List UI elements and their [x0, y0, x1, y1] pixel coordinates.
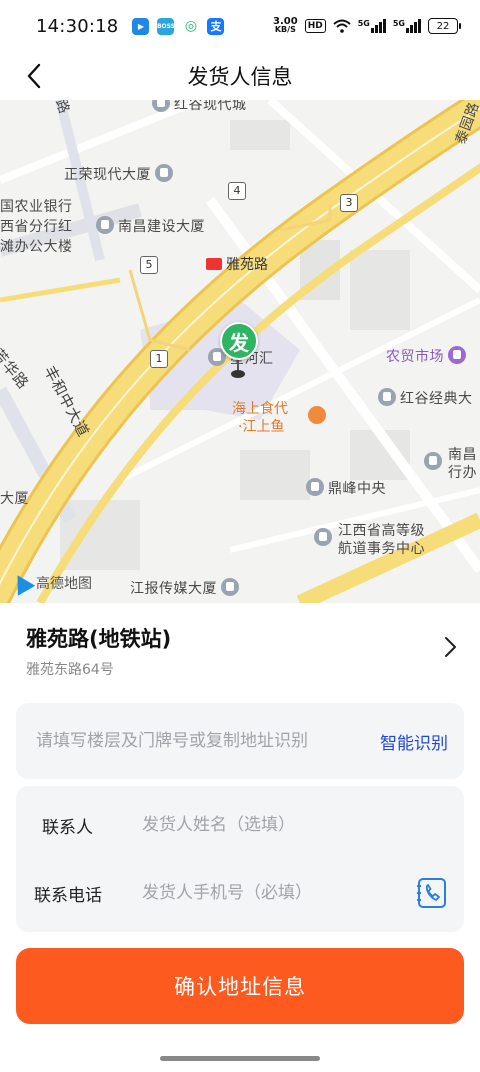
alipay-icon: 支 — [207, 17, 225, 35]
map-label: 滩办公大楼 — [0, 239, 73, 255]
route-badge: 1 — [150, 350, 168, 368]
wifi-icon — [333, 19, 351, 33]
map-label: 大厦 — [0, 491, 29, 507]
building-icon — [306, 478, 324, 496]
map-label-text: 雅苑路 — [226, 257, 268, 273]
map-label-text: 鼎峰中央 — [328, 481, 386, 497]
building-icon — [424, 452, 442, 470]
building-icon — [155, 164, 173, 182]
hd-badge: HD — [304, 19, 326, 33]
contact-phone-row: 联系电话 — [16, 858, 464, 928]
confirm-address-button[interactable]: 确认地址信息 — [16, 948, 464, 1024]
map-label-market: 农贸市场 — [386, 346, 470, 366]
map-label-food: ·江上鱼 — [238, 419, 285, 435]
map-label: 江西省高等级 — [338, 523, 425, 539]
route-badge: 5 — [140, 256, 158, 274]
status-app-icons: ▶ BOSS ◎ 支 — [132, 17, 225, 35]
metro-icon — [206, 258, 222, 270]
map-label: 南昌 — [448, 447, 477, 463]
building-icon — [96, 216, 114, 234]
status-indicators: 3.00 KB/S HD 5G 5G 22 — [273, 17, 461, 34]
map-label: 航道事务中心 — [338, 541, 425, 557]
map-label: 国农业银行 — [0, 199, 73, 215]
network-speed: 3.00 KB/S — [273, 17, 298, 34]
contact-name-input[interactable] — [142, 815, 448, 835]
map-label-text: 农贸市场 — [386, 349, 444, 365]
contact-card: 联系人 联系电话 — [16, 786, 464, 932]
app-icon-1: ▶ — [132, 17, 150, 35]
place-address: 雅苑东路64号 — [26, 662, 114, 678]
contact-name-row: 联系人 — [16, 790, 464, 860]
map-label: 红谷经典大 — [378, 388, 473, 408]
back-button[interactable] — [18, 60, 50, 92]
app-icon-3: ◎ — [182, 17, 200, 35]
restaurant-icon — [308, 406, 326, 424]
status-time: 14:30:18 — [36, 15, 119, 37]
page-title: 发货人信息 — [187, 65, 293, 89]
star-icon — [314, 528, 332, 546]
status-bar: 14:30:18 ▶ BOSS ◎ 支 3.00 KB/S HD 5G 5G 2… — [0, 0, 480, 52]
map-label-food: 海上食代 — [232, 401, 288, 417]
detail-address-card: 智能识别 — [16, 703, 464, 779]
phone-book-icon[interactable] — [416, 877, 448, 909]
map-label: 鼎峰中央 — [306, 478, 386, 498]
metro-station-label: 雅苑路 — [206, 254, 268, 274]
home-indicator[interactable] — [160, 1056, 320, 1061]
app-icon-boss: BOSS — [157, 17, 175, 35]
contact-phone-input[interactable] — [142, 883, 416, 903]
battery-icon: 22 — [428, 18, 461, 34]
map-logo: 高德地图 — [8, 570, 92, 596]
map-label: 西省分行红 — [0, 219, 73, 235]
contact-phone-label: 联系电话 — [34, 885, 102, 906]
market-icon — [448, 346, 466, 364]
route-badge: 4 — [228, 182, 246, 200]
map-label: 行办 — [448, 465, 477, 481]
map-label-text: 正荣现代大厦 — [64, 167, 151, 183]
map-label: 南昌建设大厦 — [96, 216, 205, 236]
map-view[interactable]: 红谷现代城 正荣现代大厦 国农业银行 西省分行红 滩办公大楼 南昌建设大厦 雅苑… — [0, 100, 480, 603]
chevron-left-icon — [27, 63, 41, 89]
signal-5g-2: 5G — [393, 19, 421, 33]
detail-address-input[interactable] — [36, 731, 380, 751]
map-label: 正荣现代大厦 — [64, 164, 177, 184]
map-logo-text: 高德地图 — [36, 576, 92, 592]
place-name: 雅苑路(地铁站) — [26, 627, 172, 651]
building-icon — [221, 578, 239, 596]
map-label-text: 红谷现代城 — [174, 100, 247, 113]
contact-name-label: 联系人 — [42, 817, 93, 838]
signal-5g-1: 5G — [358, 19, 386, 33]
speed-unit: KB/S — [274, 25, 296, 34]
route-badge: 3 — [340, 194, 358, 212]
nav-bar: 发货人信息 — [0, 52, 480, 100]
selected-place[interactable]: 雅苑路(地铁站) 雅苑东路64号 — [0, 603, 480, 695]
building-icon — [152, 100, 170, 112]
building-icon — [378, 388, 396, 406]
map-label: 江报传媒大厦 — [130, 578, 243, 598]
map-label-text: 江报传媒大厦 — [130, 581, 217, 597]
map-label-text: 红谷经典大 — [400, 391, 473, 407]
location-pin[interactable]: 发 — [220, 322, 258, 360]
signal-5g-1-label: 5G — [357, 19, 370, 28]
amap-logo-icon — [8, 570, 36, 596]
smart-recognize-button[interactable]: 智能识别 — [380, 729, 448, 754]
pin-shadow — [231, 370, 245, 378]
map-label: 红谷现代城 — [152, 100, 247, 114]
map-label-text: 南昌建设大厦 — [118, 219, 205, 235]
signal-5g-2-label: 5G — [392, 19, 405, 28]
chevron-right-icon[interactable] — [438, 635, 462, 659]
